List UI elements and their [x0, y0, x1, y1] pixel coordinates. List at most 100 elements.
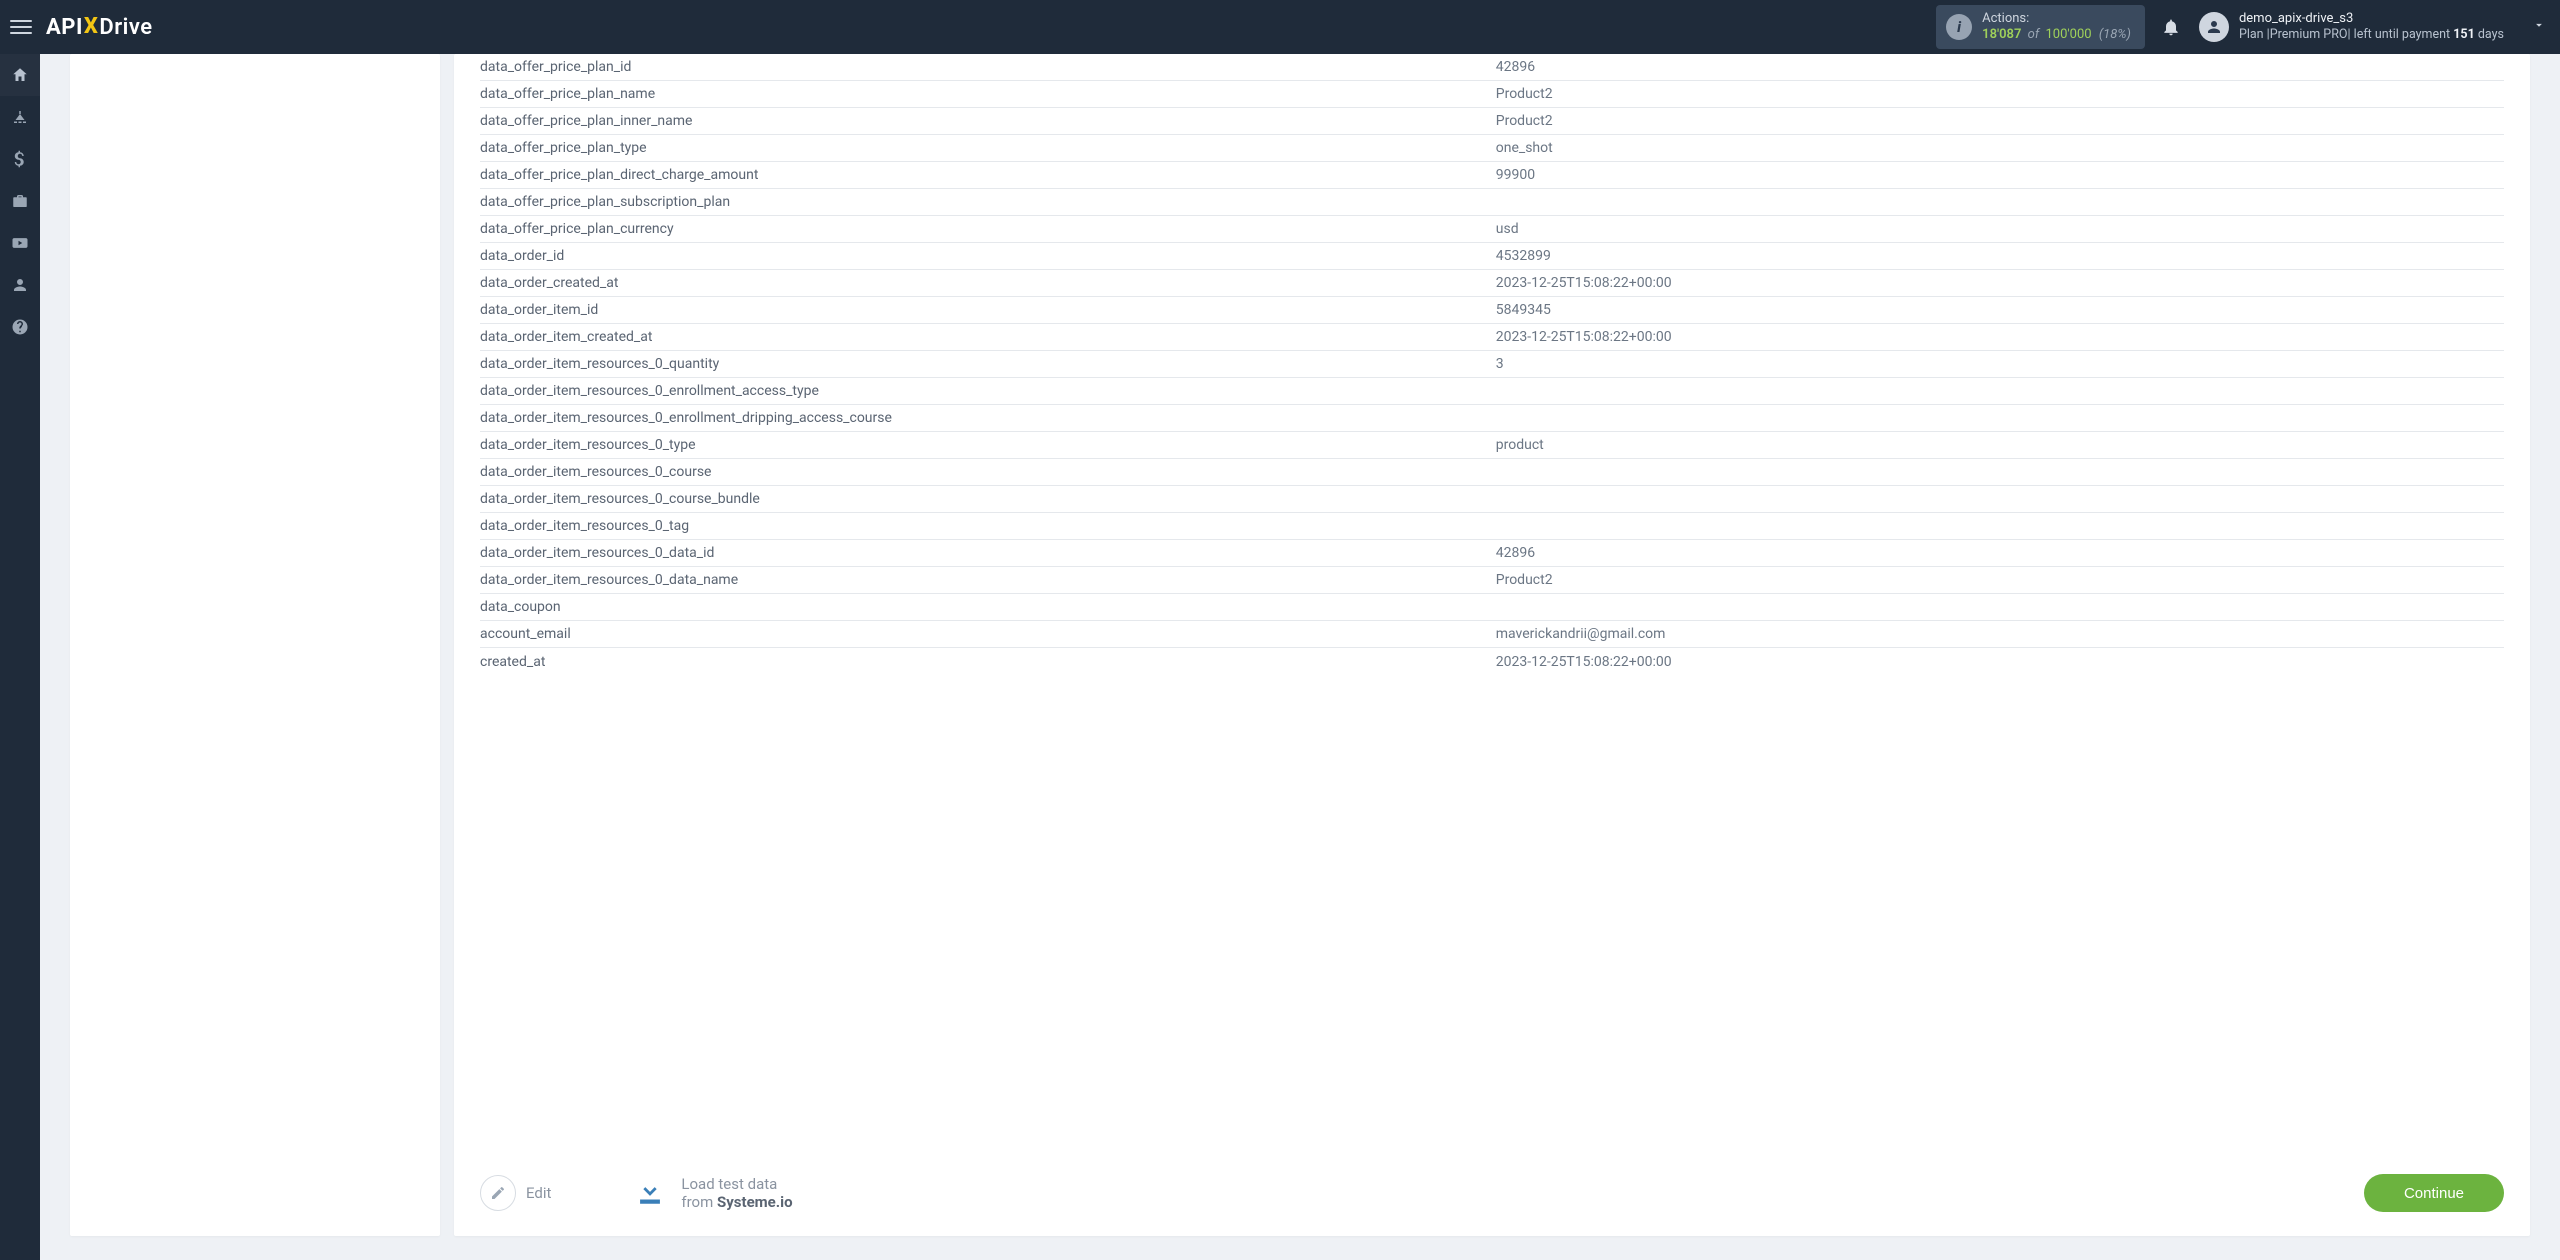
load-text: Load test data from Systeme.io [681, 1175, 792, 1211]
plan-prefix: Plan | [2239, 27, 2270, 42]
data-key: data_order_item_resources_0_data_id [480, 545, 1472, 561]
data-key: data_offer_price_plan_currency [480, 221, 1472, 237]
data-row: data_offer_price_plan_name Product2 [480, 81, 2504, 108]
sidebar-item-video[interactable] [0, 222, 40, 264]
plan-suffix: days [2475, 27, 2504, 42]
user-text: demo_apix-drive_s3 Plan |Premium PRO| le… [2239, 11, 2504, 43]
sidebar-item-connections[interactable] [0, 96, 40, 138]
data-row: data_order_item_resources_0_data_name Pro… [480, 567, 2504, 594]
data-row: data_offer_price_plan_inner_name Product2 [480, 108, 2504, 135]
data-key: data_order_item_resources_0_data_name [480, 572, 1472, 588]
data-row: data_offer_price_plan_direct_charge_amou… [480, 162, 2504, 189]
data-value: 3 [1496, 356, 2504, 372]
data-key: data_offer_price_plan_subscription_plan [480, 194, 1472, 210]
data-row: created_at 2023-12-25T15:08:22+00:00 [480, 648, 2504, 675]
load-line2: from Systeme.io [681, 1193, 792, 1211]
data-key: data_order_item_created_at [480, 329, 1472, 345]
actions-text: Actions: 18'087 of 100'000 (18%) [1982, 11, 2131, 42]
sidebar-item-billing[interactable] [0, 138, 40, 180]
panel-footer: Edit Load test data from Systeme.io Cont… [480, 1152, 2504, 1212]
data-row: data_order_item_resources_0_quantity 3 [480, 351, 2504, 378]
logo[interactable]: API X Drive [46, 15, 153, 40]
logo-drive: Drive [99, 15, 152, 40]
data-value: 5849345 [1496, 302, 2504, 318]
data-row: data_order_created_at2023-12-25T15:08:22… [480, 270, 2504, 297]
data-row: data_order_item_resources_0_data_id 42896 [480, 540, 2504, 567]
pencil-icon [480, 1175, 516, 1211]
data-value: usd [1496, 221, 2504, 237]
plan-line: Plan |Premium PRO| left until payment 15… [2239, 27, 2504, 43]
notifications-icon[interactable] [2161, 17, 2181, 37]
data-row: data_order_item_resources_0_course_bundl… [480, 486, 2504, 513]
data-row: data_order_item_resources_0_enrollment_d… [480, 405, 2504, 432]
edit-label: Edit [526, 1184, 551, 1202]
username: demo_apix-drive_s3 [2239, 11, 2504, 27]
data-value: Product2 [1496, 572, 2504, 588]
data-value: 42896 [1496, 59, 2504, 75]
data-key: data_order_item_resources_0_course [480, 464, 1472, 480]
data-row: data_order_item_created_at 2023-12-25T15:… [480, 324, 2504, 351]
left-panel [70, 54, 440, 1236]
load-test-data-button[interactable]: Load test data from Systeme.io [633, 1174, 792, 1212]
menu-toggle[interactable] [10, 20, 32, 34]
data-value: Product2 [1496, 86, 2504, 102]
data-key: data_coupon [480, 599, 1472, 615]
data-key: data_offer_price_plan_type [480, 140, 1472, 156]
data-row: data_offer_price_plan_id 42896 [480, 54, 2504, 81]
data-value: Product2 [1496, 113, 2504, 129]
data-key: data_order_item_resources_0_enrollment_d… [480, 410, 1472, 426]
data-key: data_order_item_resources_0_course_bundl… [480, 491, 1472, 507]
data-value: 2023-12-25T15:08:22+00:00 [1496, 329, 2504, 345]
data-key: data_offer_price_plan_name [480, 86, 1472, 102]
sidebar-item-work[interactable] [0, 180, 40, 222]
data-row: data_coupon [480, 594, 2504, 621]
load-source: Systeme.io [717, 1193, 793, 1211]
plan-mid: | left until payment [2348, 27, 2454, 42]
main-panel: data_offer_price_plan_id42896data_offer_… [454, 54, 2530, 1236]
data-row: data_offer_price_plan_currency usd [480, 216, 2504, 243]
actions-used: 18'087 [1982, 27, 2021, 42]
data-value: 2023-12-25T15:08:22+00:00 [1496, 654, 2504, 670]
actions-label: Actions: [1982, 11, 2131, 27]
sidebar-item-account[interactable] [0, 264, 40, 306]
avatar-icon [2199, 12, 2229, 42]
data-value: 42896 [1496, 545, 2504, 561]
load-line1: Load test data [681, 1175, 792, 1193]
data-value: product [1496, 437, 2504, 453]
data-row: data_order_item_resources_0_tag [480, 513, 2504, 540]
load-from: from [681, 1193, 717, 1211]
data-key: data_offer_price_plan_id [480, 59, 1472, 75]
user-menu[interactable]: demo_apix-drive_s3 Plan |Premium PRO| le… [2199, 11, 2546, 43]
data-value: one_shot [1496, 140, 2504, 156]
data-key: data_order_id [480, 248, 1472, 264]
data-row: data_order_id 4532899 [480, 243, 2504, 270]
actions-of: of [2028, 27, 2040, 42]
data-key: created_at [480, 654, 1472, 670]
data-key: data_order_item_resources_0_enrollment_a… [480, 383, 1472, 399]
data-key: account_email [480, 626, 1472, 642]
data-value: 99900 [1496, 167, 2504, 183]
logo-api: API [46, 15, 83, 40]
sidebar-item-home[interactable] [0, 54, 40, 96]
data-table: data_offer_price_plan_id42896data_offer_… [480, 54, 2504, 675]
data-row: account_emailmaverickandrii@gmail.com [480, 621, 2504, 648]
edit-button[interactable]: Edit [480, 1175, 551, 1211]
data-key: data_order_item_resources_0_quantity [480, 356, 1472, 372]
plan-days: 151 [2453, 27, 2475, 42]
topbar: API X Drive i Actions: 18'087 of 100'000… [0, 0, 2560, 54]
sidebar [0, 54, 40, 1260]
data-key: data_offer_price_plan_inner_name [480, 113, 1472, 129]
page: data_offer_price_plan_id42896data_offer_… [40, 54, 2560, 1260]
continue-button[interactable]: Continue [2364, 1174, 2504, 1212]
data-value: 4532899 [1496, 248, 2504, 264]
download-icon [633, 1174, 667, 1212]
actions-counter[interactable]: i Actions: 18'087 of 100'000 (18%) [1936, 5, 2145, 48]
data-key: data_order_item_id [480, 302, 1472, 318]
data-key: data_order_item_resources_0_tag [480, 518, 1472, 534]
data-row: data_offer_price_plan_type one_shot [480, 135, 2504, 162]
data-row: data_order_item_id 5849345 [480, 297, 2504, 324]
data-row: data_order_item_resources_0_enrollment_a… [480, 378, 2504, 405]
sidebar-item-help[interactable] [0, 306, 40, 348]
data-row: data_order_item_resources_0_course [480, 459, 2504, 486]
info-icon: i [1946, 14, 1972, 40]
